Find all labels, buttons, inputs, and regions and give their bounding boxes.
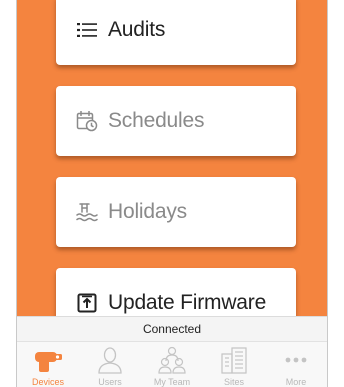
building-icon	[219, 346, 249, 374]
tab-more[interactable]: More	[265, 342, 327, 387]
holidays-label: Holidays	[108, 200, 187, 223]
app-screen: Audits Schedules Holidays Update Firmwar…	[17, 0, 327, 387]
devices-icon	[33, 346, 63, 374]
beach-icon	[76, 201, 98, 223]
tab-devices-label: Devices	[31, 377, 64, 387]
holidays-button[interactable]: Holidays	[56, 177, 296, 247]
tab-sites-label: Sites	[223, 377, 244, 387]
tab-devices[interactable]: Devices	[17, 342, 79, 387]
connection-status: Connected	[17, 316, 327, 341]
calendar-clock-icon	[76, 110, 98, 132]
schedules-button[interactable]: Schedules	[56, 86, 296, 156]
screen-border-right	[327, 0, 328, 387]
tab-my-team-label: My Team	[153, 377, 191, 387]
upload-icon	[76, 292, 98, 314]
more-dots-icon	[281, 346, 311, 374]
tab-sites[interactable]: Sites	[203, 342, 265, 387]
schedules-label: Schedules	[108, 109, 205, 132]
tab-users-label: Users	[98, 377, 122, 387]
tab-more-label: More	[285, 377, 307, 387]
audits-label: Audits	[108, 18, 166, 41]
user-icon	[95, 346, 125, 374]
tab-bar: Devices Users My Team Sites More	[17, 341, 327, 387]
tab-my-team[interactable]: My Team	[141, 342, 203, 387]
list-icon	[76, 19, 98, 41]
team-icon	[157, 346, 187, 374]
tab-users[interactable]: Users	[79, 342, 141, 387]
update-firmware-label: Update Firmware	[108, 291, 267, 314]
audits-button[interactable]: Audits	[56, 0, 296, 65]
